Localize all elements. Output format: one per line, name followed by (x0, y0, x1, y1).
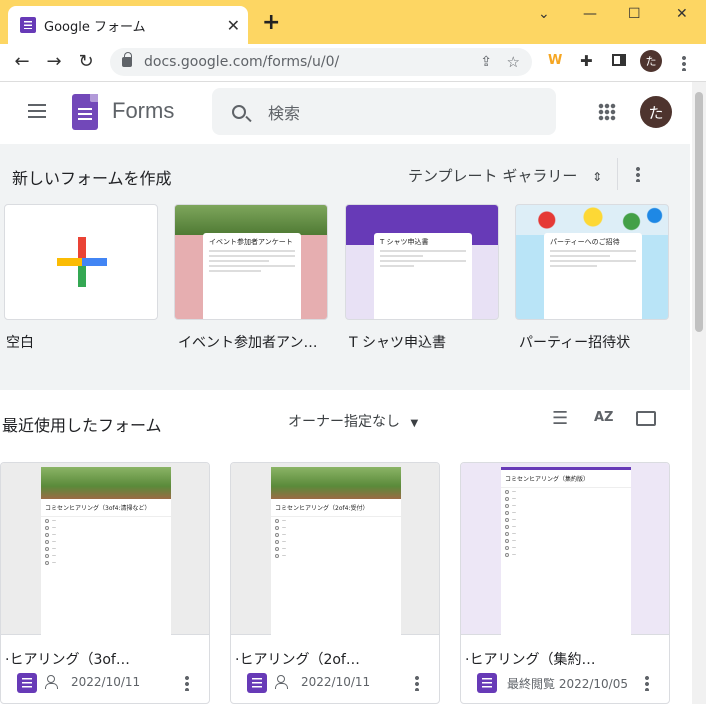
form-more-icon[interactable] (415, 675, 419, 691)
folder-icon[interactable] (636, 411, 656, 426)
share-icon[interactable]: ⇪ (480, 54, 492, 70)
forms-favicon-icon (20, 17, 36, 33)
template-more-icon[interactable] (636, 166, 640, 182)
product-name[interactable]: Forms (112, 98, 174, 124)
sort-az-icon[interactable]: AZ (594, 410, 614, 425)
template-label-event: イベント参加者アン… (178, 335, 318, 351)
form-name: ·ヒアリング（2of… (235, 652, 360, 668)
side-panel-icon[interactable] (612, 54, 626, 66)
form-type-icon (17, 673, 37, 693)
template-label-party: パーティー招待状 (519, 335, 631, 351)
browser-tab[interactable]: Google フォーム ✕ (8, 6, 248, 44)
omnibox[interactable]: docs.google.com/forms/u/0/ ⇪ ☆ (110, 48, 532, 76)
template-section-title: 新しいフォームを作成 (12, 169, 172, 188)
minimize-icon[interactable]: — (583, 6, 597, 22)
divider (617, 158, 618, 190)
form-preview-title: コミセンヒアリング（集約版） (501, 470, 631, 488)
lock-icon (122, 52, 132, 67)
search-input[interactable]: 検索 (212, 88, 556, 135)
google-apps-icon[interactable] (598, 103, 616, 121)
forward-icon[interactable]: → (42, 51, 66, 72)
recent-form-card[interactable]: コミセンヒアリング（3of4:清掃など） — — — — — — — ·ヒアリング（3of…… (0, 462, 210, 704)
url-text: docs.google.com/forms/u/0/ (144, 54, 340, 70)
template-label-tshirt: T シャツ申込書 (349, 335, 447, 351)
template-card-party[interactable]: パーティーへのご招待 (515, 204, 669, 320)
forms-logo-icon (72, 94, 98, 130)
form-preview-title: コミセンヒアリング（3of4:清掃など） (41, 499, 171, 517)
new-tab-button[interactable]: + (262, 12, 280, 34)
list-view-icon[interactable]: ☰ (552, 408, 568, 429)
form-date: 2022/10/11 (301, 675, 371, 689)
form-name: ·ヒアリング（3of… (5, 652, 130, 668)
extension-w-icon[interactable]: W (548, 53, 562, 68)
recent-forms-title: 最近使用したフォーム (2, 416, 162, 435)
reload-icon[interactable]: ↻ (74, 51, 98, 72)
form-date: 2022/10/11 (71, 675, 141, 689)
shared-people-icon (275, 675, 293, 689)
template-preview-title: T シャツ申込書 (380, 238, 429, 246)
search-icon[interactable] (232, 104, 246, 119)
recent-form-card[interactable]: コミセンヒアリング（集約版） — — — — — — — — — — ·ヒアリング（集約… 最終閲… (460, 462, 670, 704)
scrollbar[interactable] (692, 82, 706, 704)
tab-search-icon[interactable]: ⌄ (538, 6, 550, 22)
form-type-icon (477, 673, 497, 693)
template-preview-title: イベント参加者アンケート (209, 238, 293, 246)
form-name: ·ヒアリング（集約… (465, 652, 596, 668)
template-label-blank: 空白 (6, 335, 34, 351)
form-preview-title: コミセンヒアリング（2of4:受付） (271, 499, 401, 517)
template-gallery-button[interactable]: テンプレート ギャラリー ⇕ (408, 165, 602, 186)
template-gallery-label: テンプレート ギャラリー (408, 167, 578, 185)
back-icon[interactable]: ← (10, 51, 34, 72)
bookmark-star-icon[interactable]: ☆ (507, 53, 520, 71)
close-tab-icon[interactable]: ✕ (227, 16, 240, 35)
close-window-icon[interactable]: ✕ (676, 6, 688, 22)
template-card-event[interactable]: イベント参加者アンケート (174, 204, 328, 320)
template-card-blank[interactable] (4, 204, 158, 320)
browser-menu-icon[interactable] (682, 55, 686, 71)
tab-title: Google フォーム (44, 19, 146, 35)
form-type-icon (247, 673, 267, 693)
plus-icon (57, 237, 107, 287)
browser-profile-avatar[interactable]: た (640, 50, 662, 72)
form-date: 最終閲覧 2022/10/05 (507, 677, 628, 691)
account-avatar[interactable]: た (640, 96, 672, 128)
shared-people-icon (45, 675, 63, 689)
unfold-icon: ⇕ (592, 170, 603, 184)
search-placeholder: 検索 (268, 103, 301, 123)
form-more-icon[interactable] (185, 675, 189, 691)
maximize-icon[interactable]: ☐ (628, 6, 641, 22)
recent-form-card[interactable]: コミセンヒアリング（2of4:受付） — — — — — — ·ヒアリング（2of… 20… (230, 462, 440, 704)
main-menu-icon[interactable] (28, 104, 46, 118)
extensions-puzzle-icon[interactable]: ✚ (580, 52, 593, 70)
dropdown-arrow-icon: ▼ (410, 418, 419, 429)
template-card-tshirt[interactable]: T シャツ申込書 (345, 204, 499, 320)
owner-filter-label: オーナー指定なし (288, 414, 400, 430)
owner-filter-dropdown[interactable]: オーナー指定なし ▼ (288, 411, 418, 431)
form-more-icon[interactable] (645, 675, 649, 691)
template-preview-title: パーティーへのご招待 (550, 238, 620, 246)
